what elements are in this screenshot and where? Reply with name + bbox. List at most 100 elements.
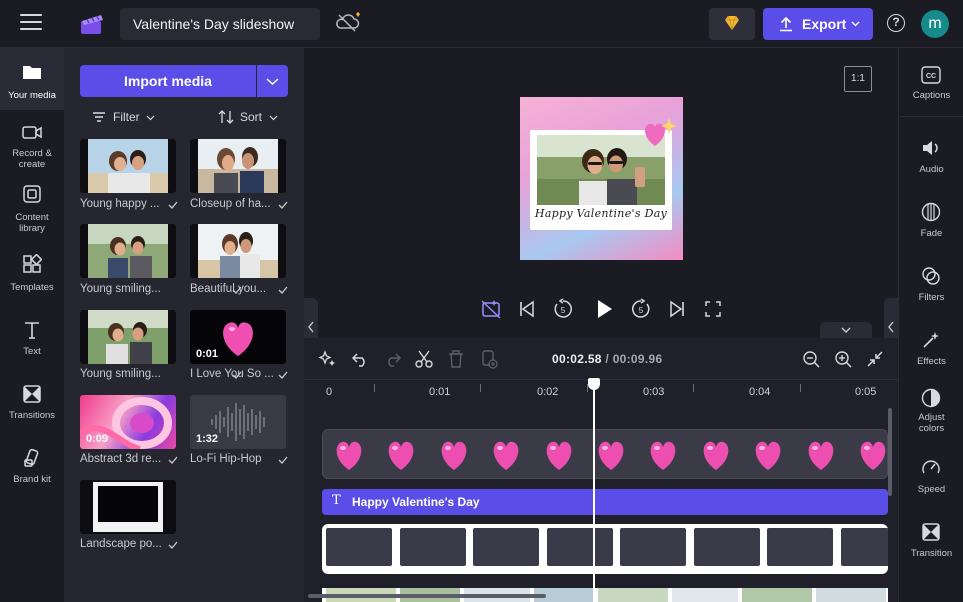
property-speed[interactable]: Speed xyxy=(899,454,963,514)
effects-icon xyxy=(923,332,939,348)
undo-icon[interactable] xyxy=(351,350,369,368)
sidebar-label: Text xyxy=(23,346,41,357)
aspect-ratio-button[interactable]: 1:1 xyxy=(844,66,872,92)
media-caption: Landscape po... xyxy=(80,538,162,550)
fit-timeline-icon[interactable] xyxy=(866,350,884,368)
fullscreen-icon[interactable] xyxy=(704,300,722,318)
app-logo-icon[interactable] xyxy=(80,12,106,36)
media-item-young-smiling-1[interactable] xyxy=(80,224,176,278)
chevron-down-icon xyxy=(146,115,155,121)
vertical-scrollbar[interactable] xyxy=(888,408,892,496)
duration-badge: 0:01 xyxy=(196,348,219,360)
property-filters[interactable]: Filters xyxy=(899,262,963,322)
media-item-abstract-3d[interactable]: 0:09 xyxy=(80,395,176,449)
premium-button[interactable] xyxy=(709,8,755,40)
collapse-timeline-button[interactable] xyxy=(820,322,872,338)
time-separator: / xyxy=(601,352,613,366)
sidebar-item-brand-kit[interactable]: Brand kit xyxy=(0,436,64,498)
sidebar-item-record-create[interactable]: Record & create xyxy=(0,112,64,174)
property-audio[interactable]: Audio xyxy=(899,134,963,194)
text-track-clip[interactable]: T Happy Valentine's Day xyxy=(322,489,888,515)
property-captions[interactable]: CC Captions xyxy=(899,60,963,120)
sidebar-item-text[interactable]: Text xyxy=(0,308,64,370)
playhead-handle[interactable] xyxy=(588,378,600,390)
export-button[interactable]: Export xyxy=(763,8,873,40)
property-transition[interactable]: Transition xyxy=(899,518,963,578)
media-item-closeup[interactable] xyxy=(190,139,286,193)
adjust-colors-icon xyxy=(921,388,941,408)
magic-off-icon[interactable] xyxy=(480,298,502,320)
export-label: Export xyxy=(802,16,847,32)
media-caption: Young smiling... xyxy=(80,368,161,380)
sidebar-item-content-library[interactable]: Content library xyxy=(0,176,64,238)
redo-icon[interactable] xyxy=(384,350,402,368)
zoom-in-icon[interactable] xyxy=(834,350,852,368)
video-canvas[interactable]: Happy Valentine's Day xyxy=(520,97,683,260)
top-bar: Valentine's Day slideshow Export ? m xyxy=(0,0,963,48)
media-item-young-smiling-2[interactable] xyxy=(80,310,176,364)
diamond-icon xyxy=(725,15,739,31)
property-fade[interactable]: Fade xyxy=(899,198,963,258)
playhead-line[interactable] xyxy=(593,380,595,602)
media-caption: Lo-Fi Hip-Hop xyxy=(190,453,262,465)
scissors-icon[interactable] xyxy=(415,349,433,369)
cloud-sync-off-icon[interactable] xyxy=(334,10,364,34)
sidebar-item-templates[interactable]: Templates xyxy=(0,244,64,306)
timeline-toolbar: 00:02.58 / 00:09.96 xyxy=(304,338,898,380)
help-icon[interactable]: ? xyxy=(887,14,905,32)
timeline-ruler[interactable]: 0 0:01 0:02 0:03 0:04 0:05 xyxy=(304,380,898,406)
right-sidebar: CC Captions Audio Fade Filters Effects A… xyxy=(898,48,963,602)
ruler-label: 0:03 xyxy=(643,386,665,398)
divider xyxy=(899,116,963,117)
forward-5-icon[interactable]: 5 xyxy=(630,298,652,320)
heart-frame-icon xyxy=(441,441,467,470)
transitions-icon xyxy=(23,385,41,403)
check-icon xyxy=(168,541,178,549)
video-track-hearts[interactable] xyxy=(322,429,888,479)
frame-thumbnail xyxy=(473,528,539,566)
import-options-button[interactable] xyxy=(257,65,288,97)
sidebar-label: Content xyxy=(15,212,49,223)
brand-kit-icon xyxy=(24,448,39,467)
heart-frame-icon xyxy=(860,441,886,470)
skip-back-icon[interactable] xyxy=(518,300,536,318)
sort-icon xyxy=(218,110,234,124)
sidebar-item-transitions[interactable]: Transitions xyxy=(0,372,64,434)
media-item-beautiful-young[interactable] xyxy=(190,224,286,278)
horizontal-scrollbar[interactable] xyxy=(308,594,546,598)
zoom-out-icon[interactable] xyxy=(802,350,820,368)
property-label: Audio xyxy=(919,164,944,175)
import-media-button[interactable]: Import media xyxy=(80,65,256,97)
frame-thumbnail xyxy=(693,528,760,566)
avatar[interactable]: m xyxy=(921,10,949,38)
check-icon xyxy=(278,286,288,294)
project-title-input[interactable]: Valentine's Day slideshow xyxy=(120,8,320,40)
sidebar-label: Brand kit xyxy=(13,474,51,485)
media-item-young-happy[interactable] xyxy=(80,139,176,193)
frame-thumbnail xyxy=(326,528,392,566)
chevron-down-icon xyxy=(266,78,279,86)
play-icon[interactable] xyxy=(593,298,615,320)
heart-frame-icon xyxy=(755,441,781,470)
video-track-frames[interactable] xyxy=(322,524,888,574)
chevron-down-icon xyxy=(269,115,278,121)
frame-thumbnail xyxy=(546,528,613,566)
property-adjust-colors[interactable]: Adjust colors xyxy=(899,388,963,448)
trash-icon[interactable] xyxy=(447,349,465,369)
skip-forward-icon[interactable] xyxy=(668,300,686,318)
speed-icon xyxy=(922,460,940,474)
property-effects[interactable]: Effects xyxy=(899,326,963,386)
media-item-lofi-audio[interactable]: 1:32 xyxy=(190,395,286,449)
rewind-5-icon[interactable]: 5 xyxy=(552,298,574,320)
frame-thumbnail xyxy=(620,528,686,566)
video-track-photos[interactable] xyxy=(322,584,888,602)
sidebar-item-your-media[interactable]: Your media xyxy=(0,48,64,110)
sidebar-label: Transitions xyxy=(8,410,56,421)
media-item-heart-video[interactable]: 0:01 xyxy=(190,310,286,364)
camera-icon xyxy=(22,126,42,139)
duplicate-icon[interactable] xyxy=(480,349,498,369)
hamburger-menu-icon[interactable] xyxy=(20,14,42,32)
magic-wand-icon[interactable] xyxy=(318,350,336,368)
heart-frame-icon xyxy=(546,441,571,470)
media-item-landscape-frame[interactable] xyxy=(80,480,176,534)
